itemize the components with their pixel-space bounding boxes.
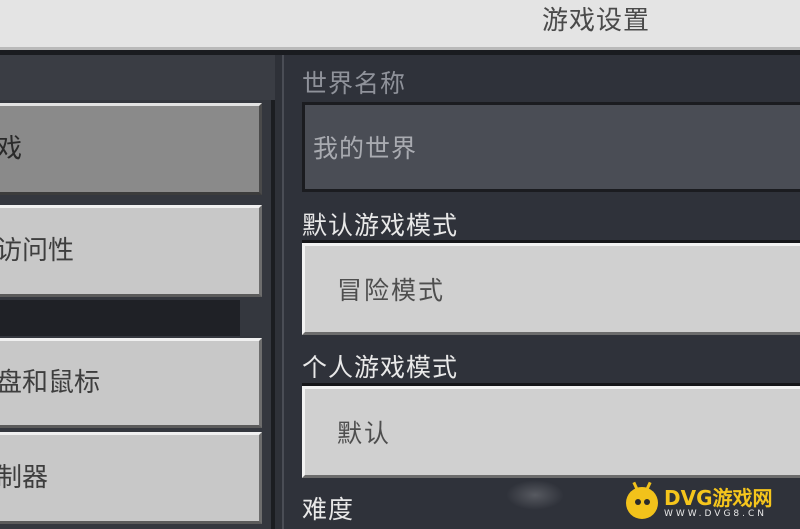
sidebar-item-accessibility[interactable]: 访问性 xyxy=(0,205,262,297)
personal-game-mode-label: 个人游戏模式 xyxy=(302,353,459,382)
personal-game-mode-value: 默认 xyxy=(337,419,392,448)
watermark-url: WWW.DVG8.CN xyxy=(664,509,768,519)
watermark: DVG游戏网 WWW.DVG8.CN xyxy=(626,481,794,523)
default-game-mode-value: 冒险模式 xyxy=(337,276,446,305)
default-game-mode-label: 默认游戏模式 xyxy=(302,211,459,240)
sidebar-item-label: 戏 xyxy=(0,134,23,164)
background-smudge xyxy=(506,480,564,510)
sidebar-item-game[interactable]: 戏 xyxy=(0,103,262,195)
sidebar-divider xyxy=(0,300,240,336)
title-bar: 游戏设置 xyxy=(0,0,800,50)
page-title: 游戏设置 xyxy=(541,6,650,36)
world-name-input[interactable]: 我的世界 xyxy=(302,102,800,192)
default-game-mode-dropdown[interactable]: 冒险模式 xyxy=(302,243,800,335)
game-settings-screen: 游戏设置 戏 访问性 盘和鼠标 制器 世界名称 我的世界 默认游戏模式 冒险模式… xyxy=(0,0,800,529)
world-name-value: 我的世界 xyxy=(313,134,418,163)
sidebar-item-label: 盘和鼠标 xyxy=(0,368,101,398)
sidebar-item-controller[interactable]: 制器 xyxy=(0,432,262,524)
personal-game-mode-dropdown[interactable]: 默认 xyxy=(302,386,800,478)
sidebar-item-label: 制器 xyxy=(0,463,49,493)
sidebar-header-strip xyxy=(0,55,275,100)
watermark-brand: DVG游戏网 xyxy=(664,486,773,510)
watermark-logo-icon xyxy=(626,481,658,519)
world-name-label: 世界名称 xyxy=(302,69,407,98)
sidebar-item-label: 访问性 xyxy=(0,236,75,266)
sidebar-item-keyboard-mouse[interactable]: 盘和鼠标 xyxy=(0,338,262,428)
difficulty-label: 难度 xyxy=(302,495,355,524)
